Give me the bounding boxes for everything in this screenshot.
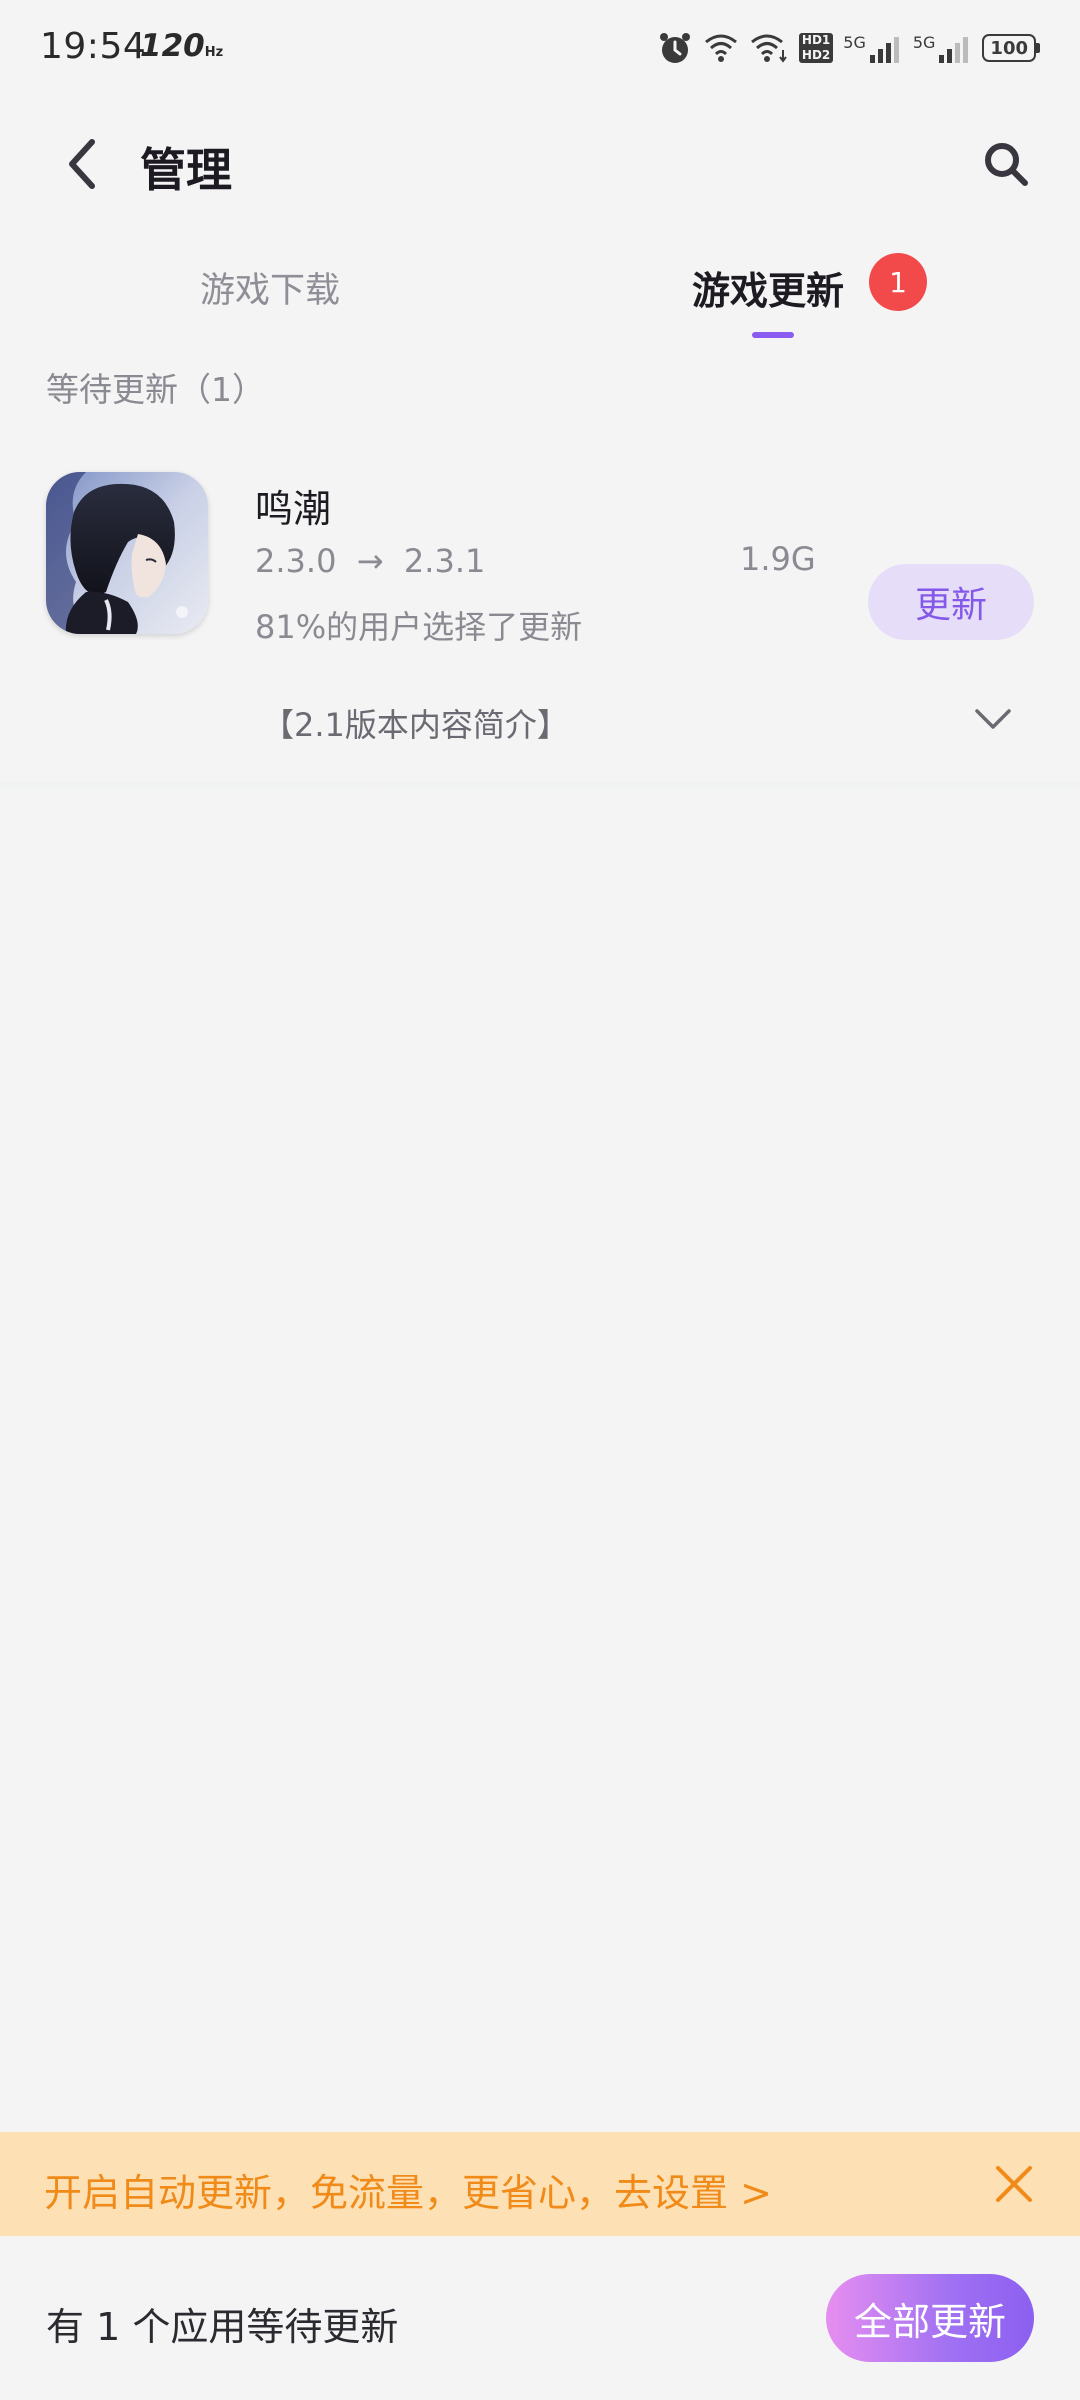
battery-level: 100 <box>990 37 1028 59</box>
tab-game-downloads[interactable]: 游戏下载 <box>200 262 340 313</box>
version-change: 2.3.0 → 2.3.1 <box>255 542 485 580</box>
section-header-pending-updates: 等待更新（1） <box>46 370 265 409</box>
auto-update-settings-link[interactable]: 开启自动更新，免流量，更省心，去设置 > <box>44 2162 772 2217</box>
refresh-rate-value: 120 <box>140 28 205 64</box>
refresh-rate: 120Hz <box>140 28 223 64</box>
search-icon <box>985 143 1028 186</box>
expand-release-notes-button[interactable] <box>968 694 1018 744</box>
update-all-button[interactable]: 全部更新 <box>826 2274 1034 2362</box>
auto-update-banner: 开启自动更新，免流量，更省心，去设置 > <box>0 2132 1080 2236</box>
back-button[interactable] <box>52 132 112 196</box>
search-button[interactable] <box>978 136 1034 192</box>
from-version: 2.3.0 <box>255 542 337 580</box>
hd1-label: HD1 <box>801 33 831 47</box>
signal-2: 5G <box>913 33 973 63</box>
user-choice-stat: 81%的用户选择了更新 <box>255 608 583 646</box>
chevron-down-icon <box>975 709 1011 729</box>
signal-bars-icon <box>869 37 899 63</box>
tab-game-updates[interactable]: 游戏更新 <box>692 260 844 315</box>
game-app-icon[interactable] <box>46 472 208 634</box>
refresh-rate-unit: Hz <box>204 45 224 60</box>
wifi-icon <box>704 34 737 62</box>
card-divider <box>0 782 1080 790</box>
battery-tip <box>1036 43 1040 53</box>
game-artwork <box>46 472 208 634</box>
signal-bars-icon-2 <box>939 37 969 63</box>
version-arrow: → <box>356 542 384 580</box>
close-icon <box>996 2166 1032 2202</box>
banner-close-button[interactable] <box>990 2160 1038 2208</box>
wifi-icon-2 <box>750 34 787 63</box>
page-title: 管理 <box>140 143 232 197</box>
hd-badge: HD1 HD2 <box>798 33 834 63</box>
tab-update-count-badge: 1 <box>869 253 927 311</box>
update-button[interactable]: 更新 <box>868 564 1034 640</box>
chevron-left-icon <box>69 139 95 189</box>
network-type-1: 5G <box>843 33 866 52</box>
alarm-icon <box>659 33 690 63</box>
status-bar: 19:54 120Hz HD1 HD2 5G 5G 100 <box>0 0 1080 95</box>
network-type-2: 5G <box>912 33 936 52</box>
game-update-card[interactable]: 鸣潮 2.3.0 → 2.3.1 1.9G 81%的用户选择了更新 更新 【2.… <box>0 430 1080 790</box>
status-icons: HD1 HD2 5G 5G 100 <box>657 28 1040 68</box>
battery-body: 100 <box>982 34 1036 62</box>
active-tab-indicator <box>752 332 794 338</box>
hd2-label: HD2 <box>801 48 831 62</box>
game-name: 鸣潮 <box>255 487 332 531</box>
status-time: 19:54 <box>40 26 147 67</box>
to-version: 2.3.1 <box>403 542 486 580</box>
update-size: 1.9G <box>740 540 816 578</box>
bottom-action-bar: 有 1 个应用等待更新 全部更新 <box>0 2236 1080 2400</box>
battery-indicator: 100 <box>982 34 1040 62</box>
release-notes-title[interactable]: 【2.1版本内容简介】 <box>262 700 569 746</box>
pending-updates-summary: 有 1 个应用等待更新 <box>46 2305 399 2349</box>
signal-1: 5G <box>843 33 903 63</box>
